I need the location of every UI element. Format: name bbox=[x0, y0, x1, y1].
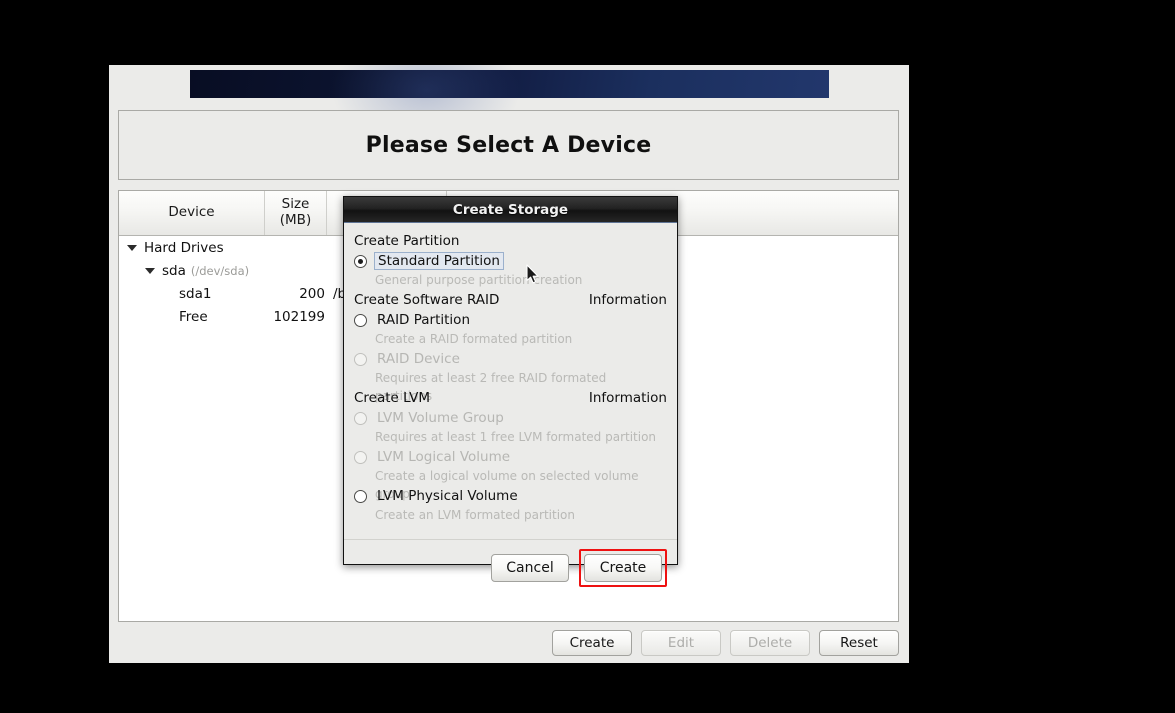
option-raid-partition-label: RAID Partition bbox=[377, 312, 470, 328]
row-size-cell: 200 bbox=[299, 285, 325, 302]
page-title: Please Select A Device bbox=[365, 132, 652, 158]
group-info-link-raid[interactable]: Information bbox=[589, 292, 667, 308]
row-device-name: Free bbox=[179, 308, 208, 325]
option-lvm-physical-volume-label: LVM Physical Volume bbox=[377, 488, 518, 504]
row-device-cell: Free bbox=[119, 309, 265, 325]
option-lvm-volume-group-label: LVM Volume Group bbox=[377, 410, 504, 426]
row-device-path: (/dev/sda) bbox=[190, 263, 250, 278]
group-heading-label: Create Partition bbox=[354, 233, 460, 249]
option-raid-device: RAID Device bbox=[354, 349, 667, 369]
dialog-separator bbox=[344, 539, 677, 540]
radio-raid-partition-icon[interactable] bbox=[354, 313, 367, 327]
row-device-name: sda1 bbox=[179, 285, 212, 302]
radio-raid-device-icon bbox=[354, 352, 367, 366]
dialog-button-row: Cancel Create bbox=[491, 549, 667, 587]
option-lvm-volume-group: LVM Volume Group bbox=[354, 408, 667, 428]
group-heading-label: Create LVM bbox=[354, 390, 431, 406]
header-banner bbox=[190, 65, 829, 150]
reset-button[interactable]: Reset bbox=[819, 630, 899, 656]
option-raid-partition[interactable]: RAID Partition bbox=[354, 310, 667, 330]
column-header-size-line1: Size bbox=[281, 196, 310, 213]
option-lvm-logical-volume-label: LVM Logical Volume bbox=[377, 449, 511, 465]
create-button-highlight: Create bbox=[579, 549, 667, 587]
column-header-device-label: Device bbox=[168, 204, 215, 221]
row-size-cell: 102199 bbox=[273, 308, 325, 325]
option-lvm-volume-group-description: Requires at least 1 free LVM formated pa… bbox=[375, 430, 657, 444]
group-header-create-partition: Create Partition bbox=[354, 233, 667, 249]
screen: Please Select A Device Device Size (MB) … bbox=[0, 0, 1175, 713]
group-info-link-lvm[interactable]: Information bbox=[589, 390, 667, 406]
create-storage-dialog: Create Storage Create Partition Standard… bbox=[343, 196, 678, 587]
group-heading-label: Create Software RAID bbox=[354, 292, 500, 308]
dialog-body: Create Partition Standard Partition Gene… bbox=[344, 223, 677, 587]
row-device-name: sda bbox=[162, 262, 186, 279]
option-standard-partition-description: General purpose partition creation bbox=[375, 273, 583, 287]
radio-lvm-physical-volume-icon[interactable] bbox=[354, 489, 367, 503]
option-raid-partition-description: Create a RAID formated partition bbox=[375, 332, 573, 346]
column-header-size-line2: (MB) bbox=[279, 212, 312, 228]
row-device-cell: Hard Drives bbox=[119, 240, 265, 256]
edit-button: Edit bbox=[641, 630, 721, 656]
row-device-name: Hard Drives bbox=[144, 239, 224, 256]
dialog-title: Create Storage bbox=[452, 201, 569, 218]
dialog-titlebar[interactable]: Create Storage bbox=[344, 197, 677, 223]
dialog-create-button[interactable]: Create bbox=[584, 554, 662, 582]
column-header-device[interactable]: Device bbox=[119, 191, 265, 235]
option-lvm-logical-volume-description: Create a logical volume on selected volu… bbox=[375, 469, 639, 501]
option-standard-partition[interactable]: Standard Partition bbox=[354, 251, 667, 271]
column-header-size[interactable]: Size (MB) bbox=[265, 191, 327, 235]
radio-lvm-logical-volume-icon bbox=[354, 450, 367, 464]
page-title-panel: Please Select A Device bbox=[118, 110, 899, 180]
expander-triangle-icon[interactable] bbox=[127, 244, 137, 251]
radio-standard-partition-icon[interactable] bbox=[354, 254, 367, 268]
column-header-size-label: Size (MB) bbox=[280, 197, 311, 228]
create-button[interactable]: Create bbox=[552, 630, 632, 656]
expander-triangle-icon[interactable] bbox=[145, 267, 155, 274]
row-device-cell: sda (/dev/sda) bbox=[119, 263, 265, 279]
option-lvm-physical-volume[interactable]: LVM Physical Volume bbox=[354, 486, 667, 506]
delete-button: Delete bbox=[730, 630, 810, 656]
option-lvm-physical-volume-description: Create an LVM formated partition bbox=[375, 508, 575, 522]
option-raid-device-label: RAID Device bbox=[377, 351, 460, 367]
radio-lvm-volume-group-icon bbox=[354, 411, 367, 425]
option-raid-device-description: Requires at least 2 free RAID formated p… bbox=[375, 371, 607, 403]
dialog-cancel-button[interactable]: Cancel bbox=[491, 554, 569, 582]
option-lvm-logical-volume: LVM Logical Volume bbox=[354, 447, 667, 467]
option-standard-partition-label: Standard Partition bbox=[374, 252, 504, 270]
group-header-create-lvm: Create LVM Information bbox=[354, 390, 667, 406]
row-device-cell: sda1 bbox=[119, 286, 265, 302]
group-header-create-software-raid: Create Software RAID Information bbox=[354, 292, 667, 308]
storage-action-buttons: Create Edit Delete Reset bbox=[118, 630, 899, 656]
